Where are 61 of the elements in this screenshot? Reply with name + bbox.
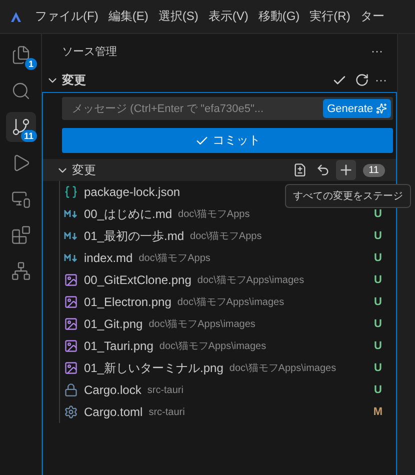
source-control-icon[interactable]: 11 (6, 112, 36, 142)
file-name: index.md (84, 251, 133, 265)
file-status: U (373, 340, 383, 352)
file-row[interactable]: Cargo.lock src-tauri U (60, 379, 396, 401)
file-path: doc\猫モフApps\images (148, 318, 256, 331)
file-name: 01_Tauri.png (84, 339, 154, 353)
file-status: U (373, 208, 383, 220)
changes-count: 11 (362, 164, 385, 176)
menu-item[interactable]: 実行(R) (304, 8, 356, 25)
file-name: 01_Electron.png (84, 295, 172, 309)
more-actions-button[interactable]: ··· (371, 44, 383, 58)
more-actions-button[interactable]: ··· (375, 73, 387, 87)
file-path: src-tauri (147, 384, 184, 396)
files-icon[interactable]: 1 (6, 40, 36, 70)
file-path: doc\猫モフApps (178, 208, 251, 221)
file-status: M (372, 406, 384, 418)
file-status: U (373, 362, 383, 374)
commit-button[interactable]: コミット (62, 128, 393, 153)
file-status: U (373, 318, 383, 330)
count-badge: 1 (25, 58, 36, 70)
file-row[interactable]: 00_GitExtClone.png doc\猫モフApps\images U (60, 269, 396, 291)
file-path: doc\猫モフApps (138, 252, 212, 265)
file-name: Cargo.lock (84, 383, 142, 397)
file-status: U (373, 230, 383, 242)
menu-item[interactable]: 選択(S) (153, 8, 204, 25)
file-path: doc\猫モフApps\images (177, 296, 286, 309)
file-name: 01_Git.png (84, 317, 143, 331)
file-status: U (373, 252, 383, 264)
file-name: 00_はじめに.md (84, 206, 172, 222)
file-path: src-tauri (148, 406, 186, 418)
file-row[interactable]: 01_Electron.png doc\猫モフApps\images U (60, 291, 396, 313)
section-title: 変更 (62, 72, 87, 88)
file-path: doc\猫モフApps\images (159, 340, 268, 353)
tooltip: すべての変更をステージ (285, 184, 411, 208)
file-path: doc\猫モフApps\images (229, 362, 338, 375)
file-name: 00_GitExtClone.png (84, 273, 192, 287)
file-status: U (373, 274, 383, 286)
file-status: U (373, 384, 383, 396)
file-path: doc\猫モフApps (190, 230, 263, 243)
menu-item[interactable]: 移動(G) (253, 8, 305, 25)
commit-message-field[interactable]: メッセージ (Ctrl+Enter で "efa730e5"... Generate (62, 97, 393, 120)
file-path: doc\猫モフApps\images (197, 274, 306, 287)
file-name: 01_最初の一歩.md (84, 228, 184, 244)
file-name: package-lock.json (84, 185, 180, 199)
file-row[interactable]: 01_最初の一歩.md doc\猫モフApps U (60, 225, 396, 247)
changes-group-title: 変更 (72, 162, 97, 178)
file-row[interactable]: 01_Tauri.png doc\猫モフApps\images U (60, 335, 396, 357)
count-badge: 11 (20, 130, 36, 142)
generate-button[interactable]: Generate (323, 99, 391, 118)
file-name: Cargo.toml (84, 405, 143, 419)
file-row[interactable]: 01_Git.png doc\猫モフApps\images U (60, 313, 396, 335)
file-status: U (373, 296, 383, 308)
menu-item[interactable]: 表示(V) (203, 8, 254, 25)
menu-item[interactable]: ター (355, 8, 390, 25)
file-row[interactable]: Cargo.toml src-tauri M (60, 401, 396, 423)
panel-title: ソース管理 (62, 44, 117, 58)
file-name: 01_新しいターミナル.png (84, 360, 224, 376)
menu-item[interactable]: ファイル(F) (30, 8, 104, 25)
menu-item[interactable]: 編集(E) (103, 8, 154, 25)
file-row[interactable]: index.md doc\猫モフApps U (60, 247, 396, 269)
file-row[interactable]: 01_新しいターミナル.png doc\猫モフApps\images U (60, 357, 396, 379)
